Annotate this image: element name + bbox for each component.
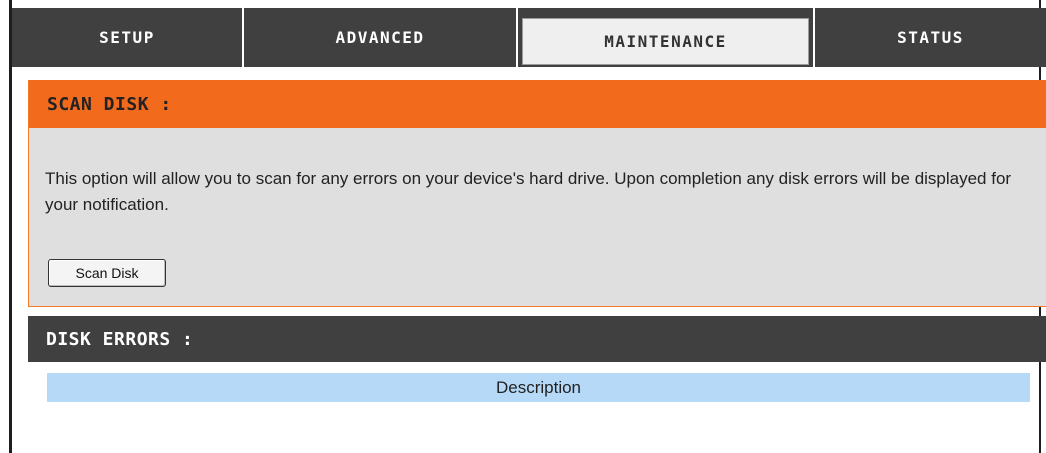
tab-setup[interactable]: SETUP <box>12 8 244 67</box>
scan-disk-title: SCAN DISK : <box>29 80 1046 128</box>
scan-disk-button[interactable]: Scan Disk <box>48 259 166 287</box>
tab-maintenance[interactable]: MAINTENANCE <box>518 8 815 67</box>
tab-advanced[interactable]: ADVANCED <box>244 8 518 67</box>
tab-maintenance-label: MAINTENANCE <box>522 18 809 65</box>
disk-errors-column-description: Description <box>47 373 1030 402</box>
disk-errors-title: DISK ERRORS : <box>28 316 1046 362</box>
scan-disk-description: This option will allow you to scan for a… <box>45 169 1012 214</box>
router-admin-page: SETUP ADVANCED MAINTENANCE STATUS SCAN D… <box>0 0 1046 453</box>
frame-left-border <box>9 0 12 453</box>
tab-status[interactable]: STATUS <box>815 8 1046 67</box>
top-nav-tabs: SETUP ADVANCED MAINTENANCE STATUS <box>12 8 1046 67</box>
scan-disk-section: SCAN DISK : This option will allow you t… <box>28 80 1046 307</box>
